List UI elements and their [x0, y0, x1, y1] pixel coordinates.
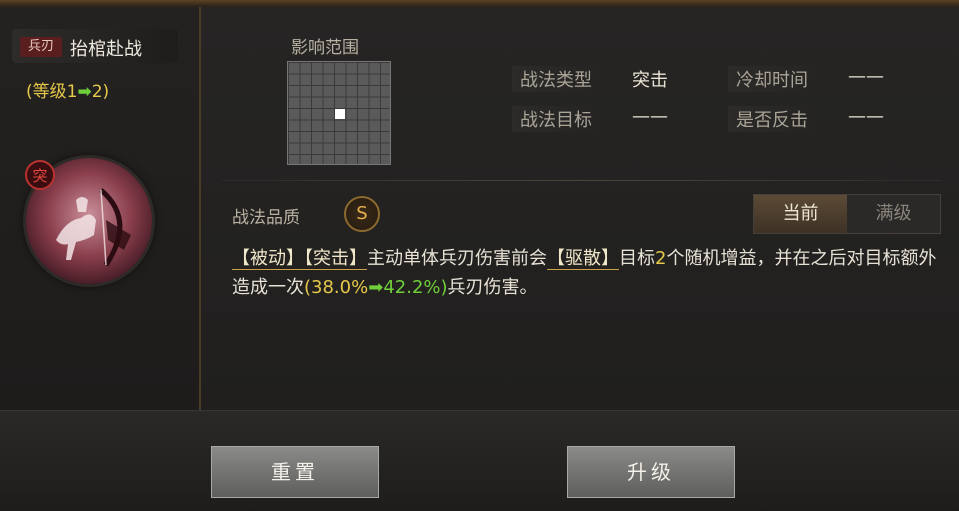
skill-target-label: 战法目标: [512, 106, 600, 132]
skill-name-header: 兵刃 抬棺赴战: [12, 29, 178, 63]
quality-grade-badge: S: [344, 196, 380, 232]
skill-damage-type-tag: 兵刃: [20, 37, 62, 57]
level-view-toggle: 当前 满级: [753, 194, 941, 234]
rate-arrow-icon: ➡: [368, 277, 384, 298]
skill-type-label: 战法类型: [512, 66, 600, 92]
skill-target-value: ——: [632, 106, 668, 127]
cavalry-archer-icon: [56, 188, 131, 267]
skill-type-value: 突击: [632, 70, 668, 91]
tab-max-level[interactable]: 满级: [847, 195, 940, 233]
tab-current-level[interactable]: 当前: [754, 195, 847, 233]
cooldown-label: 冷却时间: [728, 66, 816, 92]
level-arrow-icon: ➡: [77, 82, 92, 102]
skill-level: (等级1➡2): [26, 77, 109, 102]
upgrade-button[interactable]: 升级: [567, 446, 735, 498]
level-next: 2): [91, 82, 110, 102]
desc-text: 主动单体兵刃伤害前会: [367, 248, 547, 269]
reset-button[interactable]: 重置: [211, 446, 379, 498]
range-title: 影响范围: [291, 38, 359, 58]
counter-label: 是否反击: [728, 106, 816, 132]
damage-rate-next: 42.2%): [383, 277, 448, 298]
keyword-passive[interactable]: 【被动】: [232, 248, 304, 270]
level-current: (等级1: [26, 82, 78, 102]
keyword-assault[interactable]: 【突击】: [304, 248, 367, 270]
assault-type-badge: 突: [25, 160, 55, 190]
desc-count: 2: [655, 248, 667, 269]
cooldown-value: ——: [848, 66, 884, 87]
range-target-cell: [335, 109, 345, 119]
damage-rate-current: (38.0%: [304, 277, 369, 298]
counter-value: ——: [848, 106, 884, 127]
section-divider: [222, 180, 942, 181]
action-bar: [0, 410, 959, 511]
keyword-dispel[interactable]: 【驱散】: [547, 248, 619, 270]
skill-name: 抬棺赴战: [70, 39, 142, 60]
quality-label: 战法品质: [232, 208, 300, 228]
desc-text: 兵刃伤害。: [447, 277, 538, 298]
skill-description: 【被动】【突击】主动单体兵刃伤害前会【驱散】目标2个随机增益，并在之后对目标额外…: [232, 244, 944, 302]
top-frame-border: [0, 0, 959, 7]
desc-text: 目标: [619, 248, 655, 269]
